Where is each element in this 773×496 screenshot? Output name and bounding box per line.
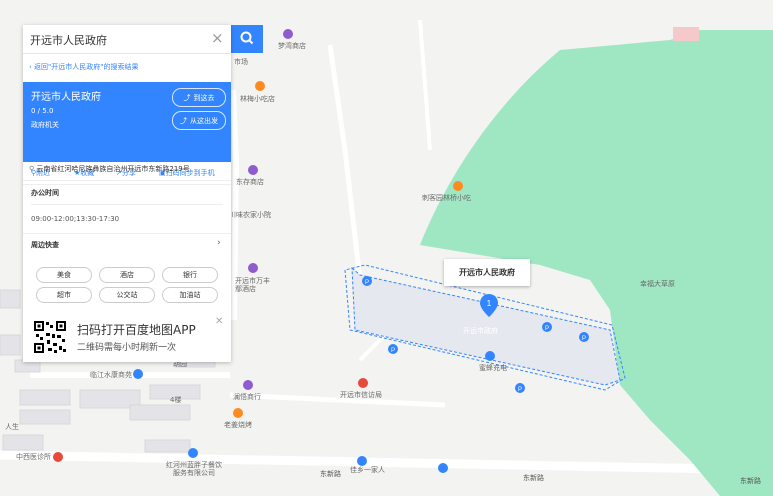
- poi-label[interactable]: 临江水康商苑: [90, 371, 132, 379]
- road-label: 东新路: [740, 477, 761, 485]
- road-label: 东新路: [320, 470, 341, 478]
- goto-button[interactable]: ⤴ 到这去: [172, 88, 226, 107]
- search-icon: [240, 31, 254, 45]
- qr-subtitle: 二维码需每小时刷新一次: [77, 343, 177, 353]
- poi-label[interactable]: 开远市信访局: [340, 391, 382, 399]
- poi-label[interactable]: 开远市万丰 鄢酒店: [235, 277, 270, 293]
- svg-text:P: P: [391, 348, 395, 354]
- poi-label[interactable]: 刺客园林桥小吃: [422, 194, 471, 202]
- route-icon: ⤴: [183, 93, 191, 102]
- svg-text:P: P: [582, 336, 586, 342]
- chevron-right-icon[interactable]: ›: [217, 238, 221, 248]
- divider: [31, 204, 223, 205]
- nearby-chip-bus-stop[interactable]: 公交站: [99, 287, 155, 303]
- search-box[interactable]: 开远市人民政府 ×: [23, 25, 231, 54]
- poi-label[interactable]: 林梅小吃店: [240, 95, 275, 103]
- address-row: ⚲ 云南省红河哈尼族彝族自治州开远市东新路219号: [29, 164, 229, 174]
- svg-text:1: 1: [487, 299, 492, 308]
- nearby-chip-food[interactable]: 美食: [36, 267, 92, 283]
- pink-block: [673, 27, 699, 41]
- qr-title: 扫码打开百度地图APP: [77, 323, 196, 337]
- location-icon: ⚲: [29, 165, 35, 173]
- clear-icon[interactable]: ×: [211, 29, 224, 47]
- svg-text:P: P: [365, 280, 369, 286]
- office-hours: 09:00-12:00;13:30-17:30: [31, 215, 120, 223]
- poi-label: 人生: [5, 423, 19, 431]
- nearby-search-title[interactable]: 周边快查: [31, 240, 59, 250]
- nearby-chip-supermarket[interactable]: 超市: [36, 287, 92, 303]
- place-detail-panel: 开远市人民政府 × ‹ 返回"开远市人民政府"的搜索结果 开远市人民政府 0 /…: [23, 25, 231, 362]
- divider: [23, 233, 231, 234]
- poi-label[interactable]: 老姜烧烤: [224, 421, 252, 429]
- nearby-chip-bank[interactable]: 银行: [162, 267, 218, 283]
- from-label: 从这出发: [190, 116, 218, 125]
- poi-label[interactable]: 蜜蜂充电: [479, 364, 507, 372]
- place-category: 政府机关: [31, 121, 59, 129]
- place-name: 开远市人民政府: [31, 92, 101, 103]
- poi-label[interactable]: 东存商店: [236, 178, 264, 186]
- hours-title: 办公时间: [31, 189, 59, 197]
- app-qr-card: 扫码打开百度地图APP 二维码需每小时刷新一次 ✕: [23, 313, 231, 362]
- close-icon[interactable]: ✕: [215, 316, 223, 327]
- nearby-chip-hotel[interactable]: 酒店: [99, 267, 155, 283]
- place-popup[interactable]: 开远市人民政府: [444, 259, 530, 286]
- poi-label[interactable]: 红河州蓝胖子餐饮 服务有限公司: [166, 461, 222, 477]
- poi-label[interactable]: 澜悟商行: [233, 393, 261, 401]
- park-label: 幸福大草原: [640, 280, 675, 288]
- poi-label[interactable]: 佳乡一家人: [350, 466, 385, 474]
- search-button[interactable]: [231, 25, 263, 53]
- from-here-button[interactable]: ⤴ 从这出发: [172, 111, 226, 130]
- poi-label[interactable]: 市场: [234, 58, 248, 66]
- place-rating: 0 / 5.0: [31, 107, 54, 115]
- nearby-chip-gas-station[interactable]: 加油站: [162, 287, 218, 303]
- svg-text:P: P: [518, 387, 522, 393]
- divider: [23, 180, 231, 181]
- building-label: 4楼: [170, 396, 182, 404]
- area-label: 开远市政府: [463, 327, 498, 335]
- qr-code-icon[interactable]: [33, 320, 67, 354]
- back-link-label: 返回"开远市人民政府"的搜索结果: [34, 63, 139, 71]
- search-input[interactable]: 开远市人民政府: [30, 32, 107, 48]
- poi-label[interactable]: 川味农家小院: [229, 211, 271, 219]
- route-icon: ⤴: [180, 116, 187, 125]
- svg-text:P: P: [545, 326, 549, 332]
- poi-label[interactable]: 中西医诊所: [16, 453, 51, 461]
- poi-label[interactable]: 梦湾商店: [278, 42, 306, 50]
- back-to-results-link[interactable]: ‹ 返回"开远市人民政府"的搜索结果: [23, 54, 231, 79]
- address-text: 云南省红河哈尼族彝族自治州开远市东新路219号: [36, 165, 190, 173]
- goto-label: 到这去: [193, 93, 215, 102]
- place-card: 开远市人民政府 0 / 5.0 政府机关 ⤴ 到这去 ⤴ 从这出发: [23, 82, 231, 162]
- road-label: 东新路: [523, 474, 544, 482]
